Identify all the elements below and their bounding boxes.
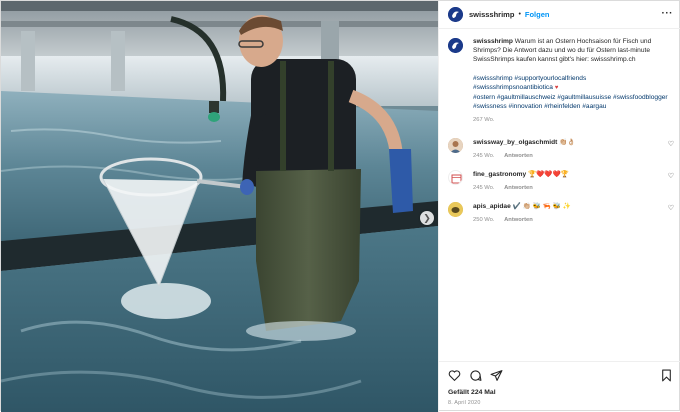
bee-avatar-icon	[448, 201, 463, 217]
comment-avatar[interactable]	[448, 169, 463, 185]
comment-username[interactable]: swissway_by_olgaschmidt	[473, 139, 557, 146]
post-header: swissshrimp • Folgen ···	[439, 1, 680, 29]
comment-username[interactable]: apis_apidae	[473, 203, 511, 210]
comment-time: 250 Wo.	[473, 216, 495, 223]
instagram-post-frame: ❯ swissshrimp • Folgen ··· swissshrimp W…	[0, 0, 680, 412]
heart-icon[interactable]: ♡	[668, 140, 674, 149]
heart-emoji-icon: ♥	[554, 84, 559, 91]
comment-text: ✔️ 👏🏼 🐝 🦐 🐝 ✨	[512, 202, 572, 210]
comment-meta: 245 Wo. Antworten	[473, 184, 660, 193]
restaurant-logo-icon	[451, 174, 462, 184]
caption-avatar[interactable]	[448, 38, 463, 53]
hashtag-link[interactable]: #ostern #gaultmillauschweiz #gaultmillau…	[473, 94, 668, 110]
caption-meta: 267 Wo.	[473, 116, 672, 125]
post-actions: Gefällt 224 Mal 8. April 2020	[439, 361, 680, 412]
post-caption: swissshrimp Warum ist an Ostern Hochsais…	[439, 37, 680, 126]
comment-meta: 250 Wo. Antworten	[473, 216, 660, 225]
reply-button[interactable]: Antworten	[504, 153, 533, 159]
shrimp-farm-photo	[1, 1, 438, 412]
heart-icon[interactable]: ♡	[668, 172, 674, 181]
bookmark-icon[interactable]	[660, 369, 673, 382]
follow-button[interactable]: Folgen	[525, 10, 550, 19]
comment-item: apis_apidae ✔️ 👏🏼 🐝 🦐 🐝 ✨ 250 Wo. Antwor…	[439, 201, 680, 225]
comment-username[interactable]: fine_gastronomy	[473, 171, 526, 178]
comment-time: 245 Wo.	[473, 184, 495, 191]
more-options-icon[interactable]: ···	[662, 8, 674, 19]
profile-avatar[interactable]	[448, 7, 463, 22]
reply-button[interactable]: Antworten	[504, 217, 533, 223]
hashtags: #swissshrimp #supportyourlocalfriends #s…	[473, 74, 672, 112]
likes-count[interactable]: Gefällt 224 Mal	[448, 389, 496, 396]
header-username[interactable]: swissshrimp	[469, 10, 514, 19]
hashtag-link[interactable]: #swissshrimp #supportyourlocalfriends	[473, 75, 586, 82]
post-side-panel: swissshrimp • Folgen ··· swissshrimp War…	[438, 1, 680, 412]
separator-dot: •	[518, 11, 521, 18]
comment-avatar[interactable]	[448, 137, 463, 153]
comment-avatar[interactable]	[448, 201, 463, 217]
reply-button[interactable]: Antworten	[504, 185, 533, 191]
comment-text: 🏆❤️❤️❤️🏆	[527, 170, 570, 178]
comment-time: 245 Wo.	[473, 152, 495, 159]
post-photo[interactable]: ❯	[1, 1, 438, 412]
user-avatar-icon	[448, 137, 463, 153]
next-photo-button[interactable]: ❯	[420, 211, 434, 225]
post-date: 8. April 2020	[448, 400, 481, 406]
caption-time: 267 Wo.	[473, 117, 495, 124]
comment-meta: 245 Wo. Antworten	[473, 152, 660, 161]
shrimp-logo-icon	[448, 38, 463, 53]
heart-icon[interactable]	[448, 369, 461, 382]
share-icon[interactable]	[490, 369, 503, 382]
comment-item: fine_gastronomy 🏆❤️❤️❤️🏆 245 Wo. Antwort…	[439, 169, 680, 193]
comment-item: swissway_by_olgaschmidt 👏🏼👌🏼 245 Wo. Ant…	[439, 137, 680, 161]
hashtag-link[interactable]: #swissshrimpsnoantibiotica	[473, 84, 553, 91]
shrimp-logo-icon	[448, 7, 463, 22]
comments-list[interactable]: swissshrimp Warum ist an Ostern Hochsais…	[439, 37, 680, 357]
comment-icon[interactable]	[469, 369, 482, 382]
comment-text: 👏🏼👌🏼	[559, 138, 576, 146]
heart-icon[interactable]: ♡	[668, 204, 674, 213]
caption-username[interactable]: swissshrimp	[473, 38, 513, 45]
chevron-right-icon: ❯	[423, 212, 431, 223]
action-icons	[448, 369, 503, 382]
